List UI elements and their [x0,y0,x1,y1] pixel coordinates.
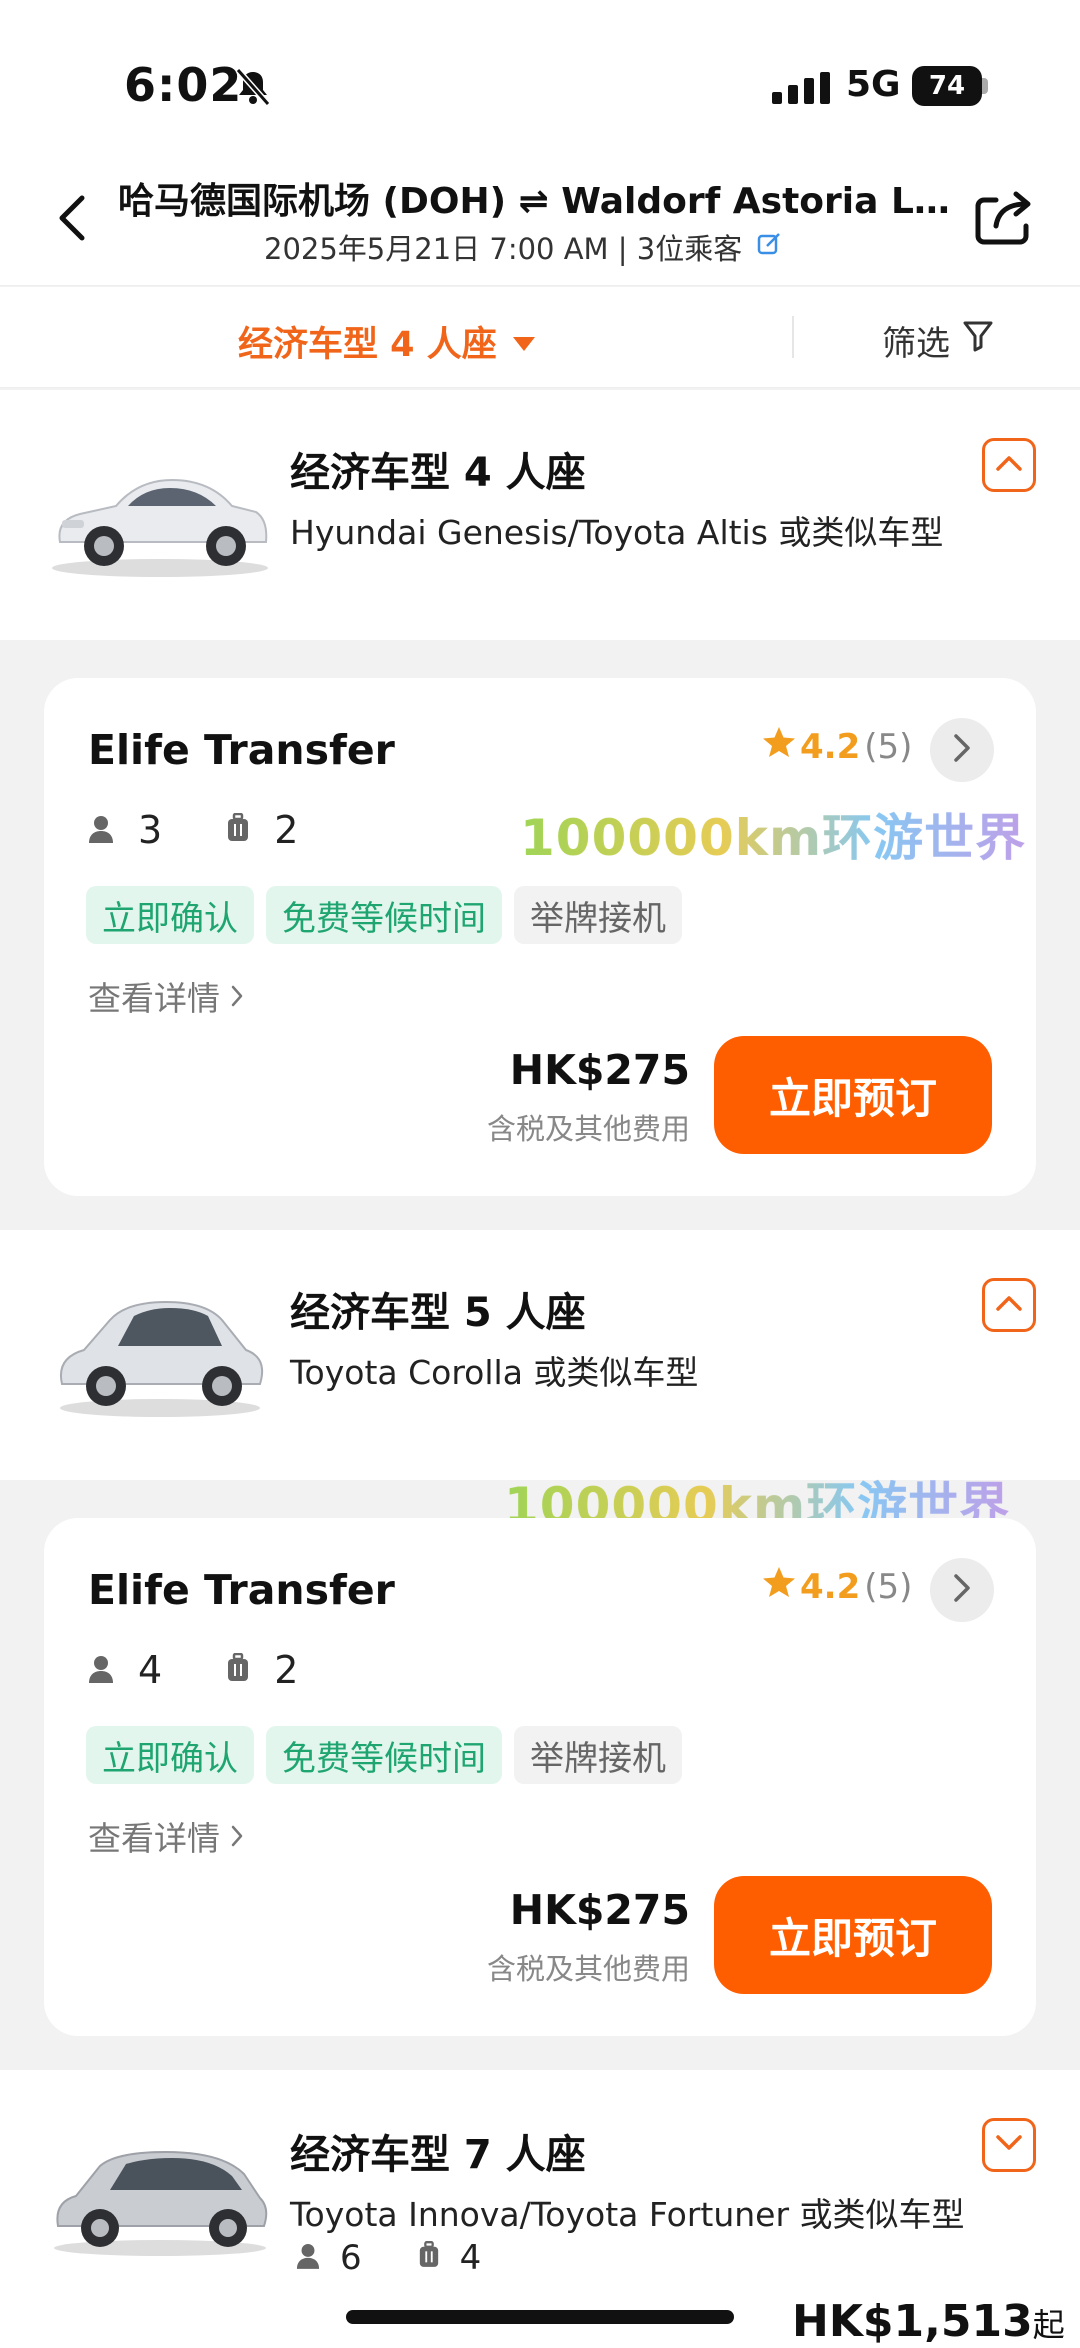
supplier-name[interactable]: Elife Transfer [88,726,395,774]
view-details-link[interactable]: 查看详情 [88,972,244,1020]
vehicle-type-dropdown[interactable]: 经济车型 4 人座 [238,316,537,367]
mpv-car-image [46,2128,274,2262]
tag-instant-confirm: 立即确认 [86,1726,254,1784]
book-now-button[interactable]: 立即预订 [714,1036,992,1154]
chevron-down-icon [995,2134,1023,2156]
trip-summary[interactable]: 2025年5月21日 7:00 AM | 3位乘客 [264,226,782,268]
battery-level: 74 [928,71,966,101]
view-details-link[interactable]: 查看详情 [88,1812,244,1860]
starting-price-value: HK$1,513 [792,2296,1033,2347]
category-models: Hyundai Genesis/Toyota Altis 或类似车型 [290,513,944,552]
passenger-capacity: 4 [88,1648,162,1692]
feature-tags: 立即确认 免费等候时间 举牌接机 [86,886,682,944]
price: HK$275 [509,1046,690,1094]
battery-cap [982,78,988,94]
tag-meet-greet: 举牌接机 [514,886,682,944]
filter-label: 筛选 [882,324,950,364]
expand-toggle[interactable] [982,2118,1036,2172]
luggage-capacity: 4 [418,2238,482,2278]
supplier-details-button[interactable] [930,718,994,782]
category-title: 经济车型 5 人座 [290,1290,586,1336]
filter-divider [792,316,794,358]
price: HK$275 [509,1886,690,1934]
chevron-up-icon [995,454,1023,476]
tag-meet-greet: 举牌接机 [514,1726,682,1784]
sedan-car-image [46,450,274,584]
luggage-capacity: 2 [226,1648,298,1692]
view-details-label: 查看详情 [88,1819,220,1858]
capacity-row: 6 4 [296,2238,481,2278]
person-icon [296,2238,320,2278]
network-label: 5G [846,64,901,105]
tag-free-waiting: 免费等候时间 [266,1726,502,1784]
passenger-count: 6 [340,2238,362,2278]
triangle-down-icon [511,322,537,362]
luggage-count: 2 [274,808,299,852]
star-icon [762,726,796,767]
funnel-icon [962,319,994,362]
passenger-count: 4 [138,1648,163,1692]
price-note: 含税及其他费用 [486,1952,690,1986]
share-icon[interactable] [972,186,1036,254]
status-time: 6:02 [124,58,243,112]
book-now-button[interactable]: 立即预订 [714,1876,992,1994]
price-note: 含税及其他费用 [486,1112,690,1146]
passenger-capacity: 3 [88,808,162,852]
starting-price: HK$1,513起 [792,2296,1065,2347]
category-models: Toyota Corolla 或类似车型 [290,1353,699,1392]
chevron-right-icon [952,1573,972,1607]
view-details-label: 查看详情 [88,979,220,1018]
chevron-right-icon [952,733,972,767]
hatchback-car-image [46,1280,274,1424]
chevron-up-icon [995,1294,1023,1316]
watermark: 100000km环游世界 [520,798,1026,870]
category-title: 经济车型 4 人座 [290,450,586,496]
luggage-icon [418,2238,440,2278]
chevron-right-small-icon [230,977,244,1016]
home-indicator[interactable] [346,2310,734,2324]
supplier-rating: 4.2 (5) [762,1566,912,1607]
review-count: (5) [864,726,913,767]
capacity-row: 3 2 [88,808,298,852]
collapse-toggle[interactable] [982,1278,1036,1332]
starting-price-suffix: 起 [1032,2306,1065,2344]
signal-icon [772,72,832,108]
passenger-capacity: 6 [296,2238,362,2278]
category-models: Toyota Innova/Toyota Fortuner 或类似车型 [290,2195,965,2234]
bell-muted-icon [232,66,274,112]
feature-tags: 立即确认 免费等候时间 举牌接机 [86,1726,682,1784]
chevron-right-small-icon [230,1817,244,1856]
capacity-row: 4 2 [88,1648,298,1692]
rating-value: 4.2 [800,1566,861,1607]
person-icon [88,808,114,852]
back-arrow-icon[interactable] [52,190,92,250]
luggage-count: 2 [274,1648,299,1692]
luggage-icon [226,808,250,852]
edit-icon[interactable] [756,230,782,264]
star-icon [762,1566,796,1607]
trip-summary-text: 2025年5月21日 7:00 AM | 3位乘客 [264,232,743,266]
luggage-icon [226,1648,250,1692]
category-title: 经济车型 7 人座 [290,2132,586,2178]
filter-button[interactable]: 筛选 [882,316,994,365]
route-title[interactable]: 哈马德国际机场 (DOH) ⇌ Waldorf Astoria Lus... [118,172,968,224]
battery-icon: 74 [912,66,982,106]
luggage-capacity: 2 [226,808,298,852]
collapse-toggle[interactable] [982,438,1036,492]
luggage-count: 4 [459,2238,482,2278]
person-icon [88,1648,114,1692]
supplier-name[interactable]: Elife Transfer [88,1566,395,1614]
tag-instant-confirm: 立即确认 [86,886,254,944]
tag-free-waiting: 免费等候时间 [266,886,502,944]
supplier-details-button[interactable] [930,1558,994,1622]
vehicle-type-label: 经济车型 4 人座 [238,325,497,365]
rating-value: 4.2 [800,726,861,767]
passenger-count: 3 [138,808,163,852]
supplier-rating: 4.2 (5) [762,726,912,767]
review-count: (5) [864,1566,913,1607]
